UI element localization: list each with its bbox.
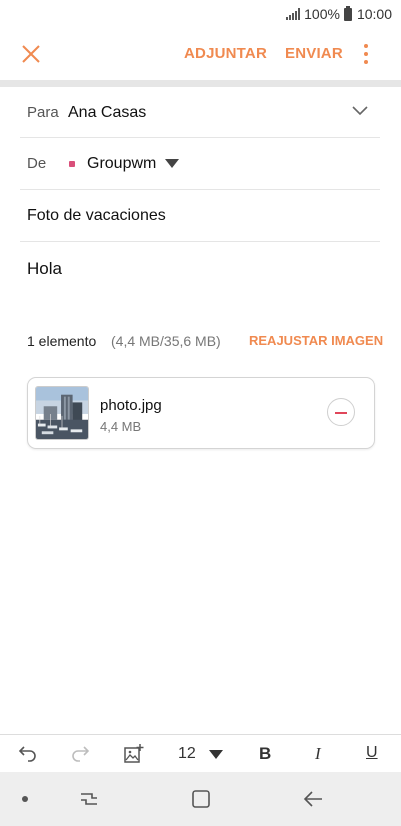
remove-attachment-button[interactable] xyxy=(327,398,355,426)
status-bar: 100% 10:00 xyxy=(0,0,401,28)
attach-button[interactable]: ADJUNTAR xyxy=(184,45,267,62)
battery-icon xyxy=(343,5,352,21)
close-icon[interactable] xyxy=(20,43,42,65)
subject-input[interactable]: Foto de vacaciones xyxy=(20,207,166,225)
undo-icon[interactable] xyxy=(16,743,38,765)
attachment-file-name: photo.jpg xyxy=(100,397,162,414)
attachment-file-size: 4,4 MB xyxy=(100,419,142,434)
send-button[interactable]: ENVIAR xyxy=(285,45,343,62)
account-dropdown-icon[interactable] xyxy=(165,159,180,168)
photo-thumbnail xyxy=(35,386,89,440)
account-color-dot xyxy=(69,160,75,167)
minus-icon xyxy=(335,411,347,414)
font-size-value: 12 xyxy=(178,745,196,762)
format-toolbar: 12 B I U xyxy=(0,734,401,772)
battery-percent: 100% xyxy=(304,6,340,22)
email-compose-screen: 100% 10:00 ADJUNTAR ENVIAR Para Ana Casa… xyxy=(0,0,401,826)
from-field[interactable]: De Groupwm xyxy=(20,138,380,190)
header-divider xyxy=(0,80,401,87)
italic-button[interactable]: I xyxy=(315,744,321,764)
system-nav-bar xyxy=(0,772,401,826)
home-icon[interactable] xyxy=(190,788,212,810)
recent-apps-icon[interactable] xyxy=(78,788,100,810)
bold-button[interactable]: B xyxy=(259,744,271,764)
to-field[interactable]: Para Ana Casas xyxy=(20,88,380,138)
to-recipient[interactable]: Ana Casas xyxy=(68,104,146,122)
insert-image-icon[interactable] xyxy=(123,743,145,765)
underline-button[interactable]: U xyxy=(366,744,378,762)
from-account[interactable]: Groupwm xyxy=(87,155,156,173)
attachment-count: 1 elemento xyxy=(27,333,97,349)
attachment-size-info: (4,4 MB/35,6 MB) xyxy=(111,333,221,349)
clock: 10:00 xyxy=(356,6,392,22)
back-icon[interactable] xyxy=(302,788,324,810)
more-vert-icon[interactable] xyxy=(358,42,374,66)
font-size-selector[interactable]: 12 xyxy=(178,745,223,763)
from-label: De xyxy=(27,155,47,172)
subject-field[interactable]: Foto de vacaciones xyxy=(20,190,380,242)
resize-image-button[interactable]: REAJUSTAR IMAGEN xyxy=(249,333,383,348)
chevron-down-icon[interactable] xyxy=(352,106,368,116)
message-body[interactable]: Hola xyxy=(27,259,62,279)
to-label: Para xyxy=(27,104,59,121)
dot-indicator-icon xyxy=(22,796,28,802)
app-bar: ADJUNTAR ENVIAR xyxy=(0,28,401,80)
signal-icon xyxy=(286,8,301,20)
font-size-dropdown-icon xyxy=(208,749,223,759)
attachment-card[interactable]: photo.jpg 4,4 MB xyxy=(27,377,375,449)
redo-icon[interactable] xyxy=(70,743,92,765)
